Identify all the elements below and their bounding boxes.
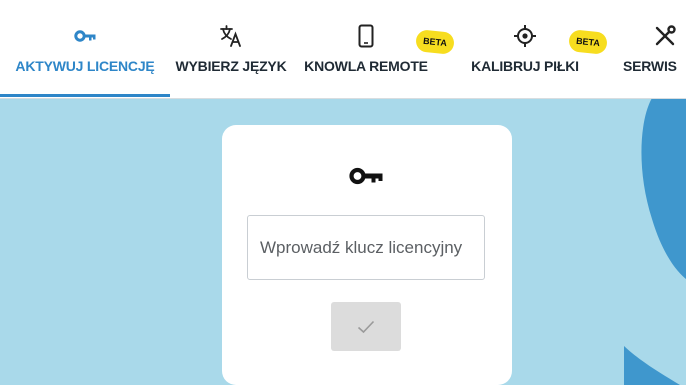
- tab-label: AKTYWUJ LICENCJĘ: [15, 58, 155, 74]
- license-card: [222, 125, 512, 385]
- main-area: [0, 99, 686, 385]
- key-icon: [74, 22, 96, 50]
- tab-service[interactable]: SERWIS: [618, 0, 686, 98]
- crosshair-icon: [513, 22, 537, 50]
- tab-label: KNOWLA REMOTE: [304, 58, 428, 74]
- license-key-input[interactable]: [247, 215, 485, 280]
- tab-label: SERWIS: [623, 58, 677, 74]
- checkmark-icon: [357, 320, 375, 333]
- tab-choose-language[interactable]: WYBIERZ JĘZYK: [170, 0, 292, 98]
- submit-button[interactable]: [331, 302, 401, 351]
- tab-label: KALIBRUJ PIŁKI: [471, 58, 579, 74]
- tools-icon: [654, 22, 676, 50]
- top-navigation: AKTYWUJ LICENCJĘ WYBIERZ JĘZYK KNOWLA RE…: [0, 0, 686, 99]
- key-icon: [349, 167, 383, 190]
- tab-activate-license[interactable]: AKTYWUJ LICENCJĘ: [0, 0, 170, 98]
- translate-icon: [220, 22, 242, 50]
- active-tab-indicator: [0, 94, 170, 97]
- smartphone-icon: [358, 22, 374, 50]
- tab-knowla-remote[interactable]: KNOWLA REMOTE: [292, 0, 440, 98]
- tab-label: WYBIERZ JĘZYK: [175, 58, 287, 74]
